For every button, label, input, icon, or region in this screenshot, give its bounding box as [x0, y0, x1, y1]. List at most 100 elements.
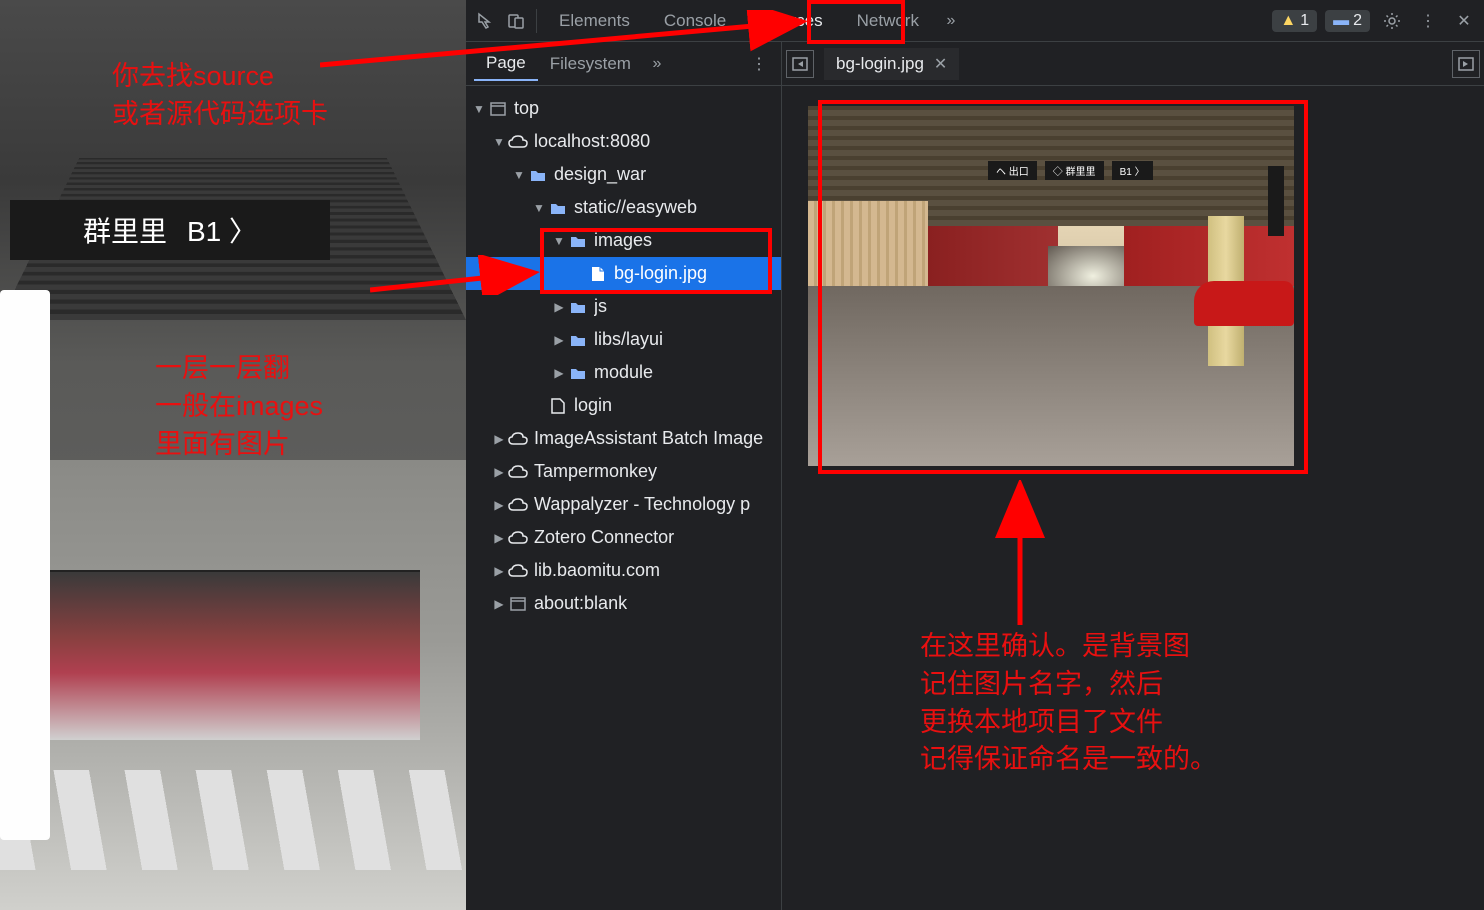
preview-sign-floor: B1 〉 [1112, 161, 1153, 180]
tree-label: localhost:8080 [534, 131, 650, 152]
bg-corridor [50, 570, 420, 740]
tree-label: top [514, 98, 539, 119]
file-tabs: bg-login.jpg ✕ [782, 42, 1484, 86]
issues-count: 2 [1353, 12, 1362, 30]
close-tab-icon[interactable]: ✕ [934, 54, 947, 74]
warning-icon: ▲ [1280, 12, 1296, 30]
tree-login[interactable]: login [466, 389, 781, 422]
folder-icon [568, 297, 588, 317]
chevron-down-icon: ▼ [532, 201, 546, 215]
more-menu-icon[interactable]: ⋮ [1414, 7, 1442, 35]
chevron-down-icon: ▼ [552, 234, 566, 248]
chevron-right-icon: ▶ [492, 465, 506, 479]
tree-label: libs/layui [594, 329, 663, 350]
tree-label: about:blank [534, 593, 627, 614]
tree-label: Tampermonkey [534, 461, 657, 482]
chevron-right-icon: ▶ [492, 564, 506, 578]
content-panel: bg-login.jpg ✕ [782, 42, 1484, 910]
tree-label: bg-login.jpg [614, 263, 707, 284]
cloud-icon [508, 528, 528, 548]
chevron-right-icon: ▶ [492, 432, 506, 446]
preview-area: ヘ 出口 ◇ 群里里 B1 〉 [782, 86, 1484, 910]
chevron-down-icon: ▼ [472, 102, 486, 116]
tab-elements[interactable]: Elements [543, 3, 646, 39]
tree-host[interactable]: ▼ localhost:8080 [466, 125, 781, 158]
tree-label: images [594, 230, 652, 251]
devtools-panel: Elements Console Sources Network » ▲ 1 ▬… [466, 0, 1484, 910]
tree-label: Zotero Connector [534, 527, 674, 548]
tree-module[interactable]: ▶ module [466, 356, 781, 389]
tab-sources[interactable]: Sources [744, 3, 838, 39]
tree-imageassistant[interactable]: ▶ ImageAssistant Batch Image [466, 422, 781, 455]
chevron-right-icon: ▶ [552, 366, 566, 380]
file-icon [588, 264, 608, 284]
tab-network[interactable]: Network [841, 3, 935, 39]
chevron-right-icon: ▶ [492, 498, 506, 512]
show-navigator-icon[interactable] [786, 50, 814, 78]
tree-aboutblank[interactable]: ▶ about:blank [466, 587, 781, 620]
navigator-menu-icon[interactable]: ⋮ [745, 54, 773, 74]
info-icon: ▬ [1333, 12, 1349, 30]
navtab-more-icon[interactable]: » [643, 50, 671, 78]
folder-icon [548, 198, 568, 218]
more-tabs-icon[interactable]: » [937, 7, 965, 35]
issues-badge[interactable]: ▬ 2 [1325, 10, 1370, 32]
tree-label: js [594, 296, 607, 317]
tree-label: login [574, 395, 612, 416]
devtools-toolbar: Elements Console Sources Network » ▲ 1 ▬… [466, 0, 1484, 42]
show-debugger-icon[interactable] [1452, 50, 1480, 78]
tree-label: static//easyweb [574, 197, 697, 218]
navtab-filesystem[interactable]: Filesystem [538, 48, 643, 80]
cloud-icon [508, 561, 528, 581]
toolbar-right: ▲ 1 ▬ 2 ⋮ ✕ [1272, 7, 1478, 35]
frame-icon [508, 594, 528, 614]
tree-wappalyzer[interactable]: ▶ Wappalyzer - Technology p [466, 488, 781, 521]
bg-sign-text2: B1 〉 [187, 210, 257, 250]
navigator-panel: Page Filesystem » ⋮ ▼ top ▼ localhost:80… [466, 42, 782, 910]
preview-vertical-sign [1268, 166, 1284, 236]
tree-static[interactable]: ▼ static//easyweb [466, 191, 781, 224]
tree-zotero[interactable]: ▶ Zotero Connector [466, 521, 781, 554]
tree-js[interactable]: ▶ js [466, 290, 781, 323]
device-toggle-icon[interactable] [502, 7, 530, 35]
tree-label: design_war [554, 164, 646, 185]
cloud-icon [508, 462, 528, 482]
tree-label: ImageAssistant Batch Image [534, 428, 763, 449]
tree-design-war[interactable]: ▼ design_war [466, 158, 781, 191]
tree-baomitu[interactable]: ▶ lib.baomitu.com [466, 554, 781, 587]
folder-icon [568, 231, 588, 251]
file-tree: ▼ top ▼ localhost:8080 ▼ design_war ▼ [466, 86, 781, 910]
toolbar-divider [536, 9, 537, 33]
inspect-icon[interactable] [472, 7, 500, 35]
preview-sign-exit: ヘ 出口 [988, 161, 1037, 180]
bg-zebra [0, 770, 466, 870]
folder-icon [568, 330, 588, 350]
tree-label: lib.baomitu.com [534, 560, 660, 581]
bg-sign-board: 群里里 B1 〉 [10, 200, 330, 260]
tree-top[interactable]: ▼ top [466, 92, 781, 125]
folder-icon [568, 363, 588, 383]
frame-icon [488, 99, 508, 119]
image-preview: ヘ 出口 ◇ 群里里 B1 〉 [808, 106, 1294, 466]
tree-tampermonkey[interactable]: ▶ Tampermonkey [466, 455, 781, 488]
preview-car [1194, 281, 1294, 326]
tree-label: module [594, 362, 653, 383]
sources-body: Page Filesystem » ⋮ ▼ top ▼ localhost:80… [466, 42, 1484, 910]
close-devtools-icon[interactable]: ✕ [1450, 7, 1478, 35]
tree-libs[interactable]: ▶ libs/layui [466, 323, 781, 356]
preview-sign-name: ◇ 群里里 [1045, 161, 1104, 180]
navtab-page[interactable]: Page [474, 47, 538, 81]
tree-bg-login[interactable]: bg-login.jpg [466, 257, 781, 290]
tab-console[interactable]: Console [648, 3, 742, 39]
settings-icon[interactable] [1378, 7, 1406, 35]
warnings-badge[interactable]: ▲ 1 [1272, 10, 1317, 32]
tree-images[interactable]: ▼ images [466, 224, 781, 257]
background-image: 群里里 B1 〉 [0, 0, 466, 910]
file-icon [548, 396, 568, 416]
cloud-icon [508, 429, 528, 449]
tree-label: Wappalyzer - Technology p [534, 494, 750, 515]
file-tab-bg-login[interactable]: bg-login.jpg ✕ [824, 48, 959, 80]
warnings-count: 1 [1300, 12, 1309, 30]
bg-whitebox [0, 290, 50, 840]
chevron-right-icon: ▶ [552, 333, 566, 347]
